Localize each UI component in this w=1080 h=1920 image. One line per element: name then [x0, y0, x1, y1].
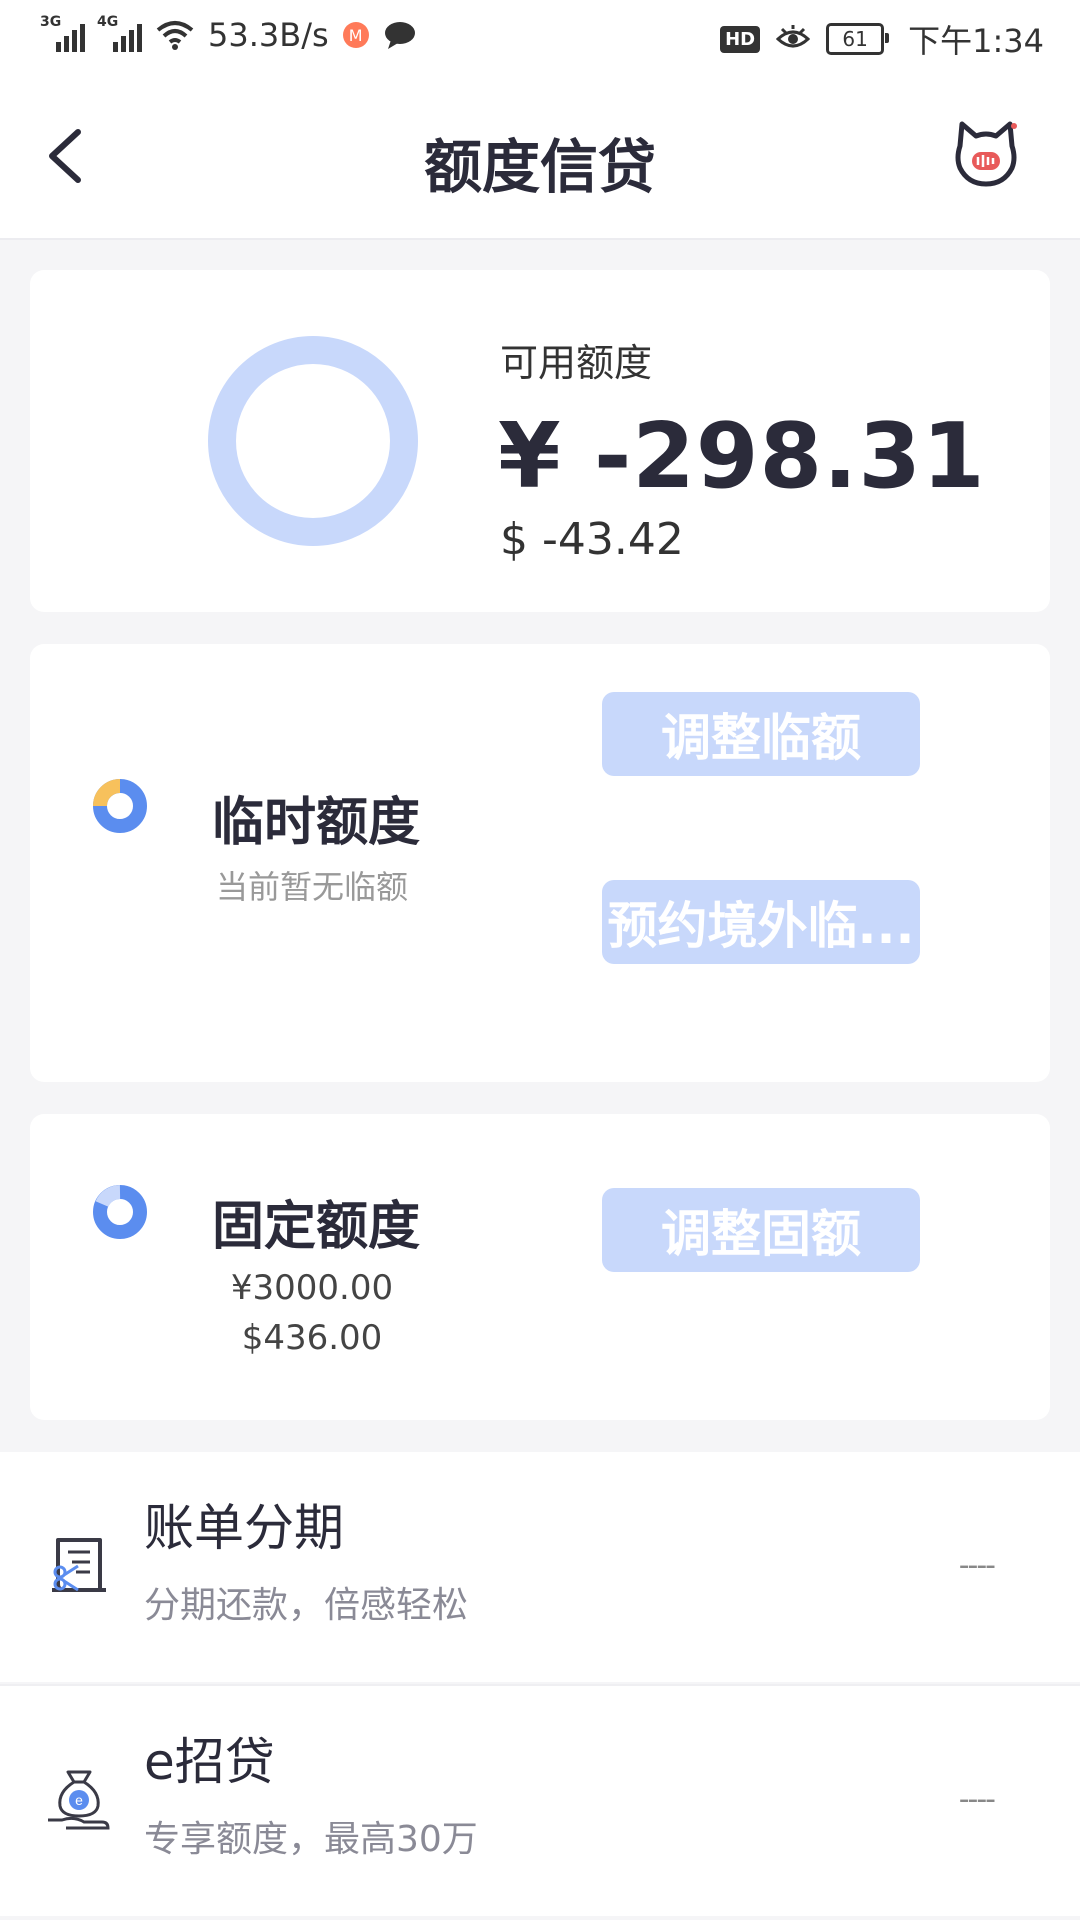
list-item-subtitle: 专享额度，最高30万 [144, 1819, 478, 1860]
notification-app-icon: M [342, 22, 369, 48]
clock: 下午1:34 [908, 22, 1044, 60]
adjust-fixed-button[interactable]: 调整固额 [602, 1188, 920, 1272]
wifi-icon [156, 21, 194, 50]
chat-bubble-icon [384, 22, 415, 49]
signal-4g-icon: 4G [97, 14, 142, 52]
loan-bag-icon: e [48, 1770, 110, 1830]
battery-icon: 61 [826, 23, 890, 55]
nav-header: 额度信贷 [0, 74, 1080, 240]
list-item-value: ---- [958, 1548, 996, 1583]
eye-icon [776, 25, 811, 48]
hd-badge: HD [720, 25, 761, 53]
fixed-credit-card: 固定额度 ¥3000.00 $436.00 调整固额 [30, 1114, 1050, 1420]
temporary-pie-icon [93, 779, 147, 833]
list-item-title: e招贷 [144, 1733, 275, 1791]
list-item-installment[interactable]: 账单分期 分期还款，倍感轻松 ---- [0, 1452, 1080, 1682]
installment-icon [52, 1538, 106, 1592]
credit-ring-chart [208, 336, 418, 546]
fixed-pie-icon [93, 1185, 147, 1239]
fixed-credit-cny: ¥3000.00 [230, 1268, 394, 1308]
signal-3g-icon: 3G [40, 14, 85, 52]
list-item-subtitle: 分期还款，倍感轻松 [144, 1585, 469, 1626]
fixed-credit-usd: $436.00 [241, 1318, 383, 1358]
fixed-credit-title: 固定额度 [212, 1197, 421, 1257]
network-speed: 53.3B/s [208, 16, 329, 54]
available-credit-label: 可用额度 [500, 341, 653, 385]
temporary-credit-title: 临时额度 [212, 793, 421, 853]
status-bar: 3G 4G 53.3B/s M HD 61 下午1:34 [0, 0, 1080, 74]
list-item-title: 账单分期 [144, 1499, 344, 1557]
temporary-credit-card: 临时额度 当前暂无临额 调整临额 预约境外临... [30, 644, 1050, 1082]
temporary-credit-subtitle: 当前暂无临额 [215, 868, 408, 906]
cat-mascot-icon[interactable] [950, 118, 1022, 190]
list-item-value: ---- [958, 1782, 996, 1817]
available-credit-usd: $ -43.42 [500, 514, 684, 565]
list-item-e-loan[interactable]: e e招贷 专享额度，最高30万 ---- [0, 1684, 1080, 1916]
available-credit-card: 可用额度 ¥ -298.31 $ -43.42 [30, 270, 1050, 612]
available-credit-cny: ¥ -298.31 [498, 404, 986, 509]
svg-text:e: e [75, 1792, 83, 1808]
reserve-overseas-button[interactable]: 预约境外临... [602, 880, 920, 964]
page-title: 额度信贷 [423, 133, 656, 201]
adjust-temporary-button[interactable]: 调整临额 [602, 692, 920, 776]
